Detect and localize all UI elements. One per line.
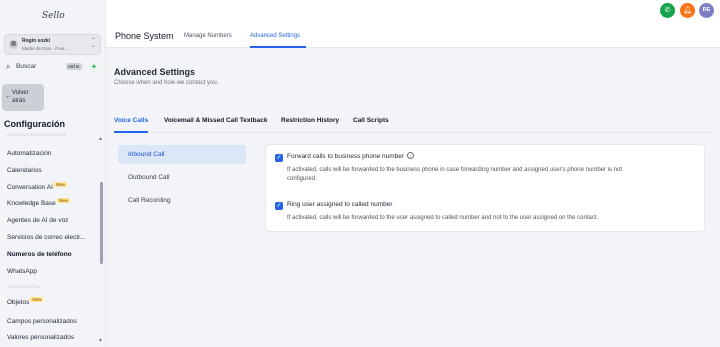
building-icon: ▦ <box>9 40 18 49</box>
search-input[interactable]: ⌕ Buscar ctrl K <box>4 61 86 73</box>
page-title: Phone System <box>115 31 174 41</box>
sidebar-item-label: Calendarios <box>7 167 42 174</box>
sidebar-item-label: Objetos <box>7 299 30 306</box>
sidebar-item-label: Valores personalizados <box>7 334 75 341</box>
tab-manage-numbers[interactable]: Manage Numbers <box>184 33 232 39</box>
back-button[interactable]: ← Volver atrás <box>2 84 44 111</box>
sidebar-item-campos-personalizados[interactable]: Campos personalizados <box>7 318 77 325</box>
sidebar-item-label: Servicios de correo electr... <box>7 234 86 241</box>
account-location: Madre de Dios - Puer... <box>22 46 69 51</box>
sidebar: Sello ▦ Rogin sozki Madre de Dios - Puer… <box>0 0 106 347</box>
active-tab-indicator <box>114 131 148 133</box>
tab-advanced-settings[interactable]: Advanced Settings <box>250 33 300 39</box>
inbound-settings-card: ✓ Forward calls to business phone number… <box>265 144 705 232</box>
tab-voice-calls[interactable]: Voice Calls <box>114 117 148 124</box>
tabs-divider <box>114 132 712 133</box>
sidebar-item-label: Conversation AI <box>7 184 53 191</box>
main-content: Advanced Settings Choose when and how we… <box>106 48 720 347</box>
config-title: Configuración <box>4 119 65 129</box>
section-label: SERVICIOS PERSONALIZADOS <box>7 133 67 137</box>
ring-assigned-user-checkbox[interactable]: ✓ <box>275 202 283 210</box>
section-title: Advanced Settings <box>114 67 196 77</box>
sidebar-item-objetos[interactable]: Objetos New <box>7 297 44 306</box>
sidebar-item-label: Knowledge Base <box>7 200 56 207</box>
account-switcher[interactable]: ▦ Rogin sozki Madre de Dios - Puer... ⌃ ⌄ <box>4 34 101 55</box>
search-placeholder: Buscar <box>16 63 37 70</box>
sidebar-item-numeros-telefono[interactable]: Números de teléfono <box>7 251 72 258</box>
quick-add-icon[interactable]: + <box>90 63 98 71</box>
sidebar-item-calendarios[interactable]: Calendarios <box>7 167 42 174</box>
new-badge: New <box>53 182 67 187</box>
nav-call-recording[interactable]: Call Recording <box>118 191 246 210</box>
option-description: configured. <box>287 176 317 182</box>
page-subheader: Phone System Manage Numbers Advanced Set… <box>106 24 720 48</box>
tab-call-scripts[interactable]: Call Scripts <box>353 117 389 124</box>
sidebar-item-label: Automatización <box>7 150 52 157</box>
tab-voicemail[interactable]: Voicemail & Missed Call Textback <box>164 117 267 124</box>
sidebar-item-label: WhatsApp <box>7 268 37 275</box>
sidebar-item-label: Agentes de AI de voz <box>7 217 69 224</box>
sidebar-item-correo[interactable]: Servicios de correo electr... <box>7 234 85 241</box>
sidebar-item-automatizacion[interactable]: Automatización <box>7 150 51 157</box>
new-badge: New <box>30 297 44 302</box>
forward-business-checkbox[interactable]: ✓ <box>275 154 283 162</box>
nav-inbound-call[interactable]: Inbound Call <box>118 145 246 164</box>
search-icon: ⌕ <box>6 62 11 71</box>
nav-outbound-call[interactable]: Outbound Call <box>118 168 246 187</box>
sidebar-item-agentes-voz[interactable]: Agentes de AI de voz <box>7 217 68 224</box>
scroll-up-icon[interactable]: ▲ <box>98 136 103 142</box>
phone-icon[interactable]: ✆ <box>660 3 675 18</box>
tab-restriction-history[interactable]: Restriction History <box>281 117 339 124</box>
scroll-down-icon[interactable]: ▼ <box>98 338 103 344</box>
option-title: Ring user assigned to called number <box>287 201 393 208</box>
option-description: If activated, calls will be forwarded to… <box>287 215 599 221</box>
sidebar-item-label: Números de teléfono <box>7 251 72 258</box>
back-label: Volver atrás <box>12 90 29 104</box>
avatar[interactable]: RE <box>699 3 714 18</box>
chevron-updown-icon: ⌃ ⌄ <box>90 38 96 49</box>
option-title: Forward calls to business phone number i <box>287 152 415 160</box>
new-badge: New <box>56 198 70 203</box>
arrow-left-icon: ← <box>5 93 12 100</box>
top-header: ✆ 🔔︎ RE <box>106 0 720 24</box>
info-icon[interactable]: i <box>407 152 415 159</box>
sidebar-item-knowledge-base[interactable]: Knowledge Base New <box>7 198 70 207</box>
sidebar-item-whatsapp[interactable]: WhatsApp <box>7 268 37 275</box>
section-label: OTROS AJUSTES <box>7 285 40 289</box>
option-title-text: Forward calls to business phone number <box>287 153 405 160</box>
sidebar-item-conversation-ai[interactable]: Conversation AI New <box>7 182 67 191</box>
bell-icon[interactable]: 🔔︎ <box>680 3 695 18</box>
logo: Sello <box>42 11 65 21</box>
account-name: Rogin sozki <box>22 38 51 44</box>
sidebar-scrollbar[interactable] <box>100 182 103 264</box>
search-shortcut: ctrl K <box>66 63 82 70</box>
option-description: If activated, calls will be forwarded to… <box>287 167 623 173</box>
sidebar-item-label: Campos personalizados <box>7 318 77 325</box>
section-subtitle: Choose when and how we contact you. <box>114 80 219 86</box>
sidebar-item-valores-personalizados[interactable]: Valores personalizados <box>7 334 74 341</box>
